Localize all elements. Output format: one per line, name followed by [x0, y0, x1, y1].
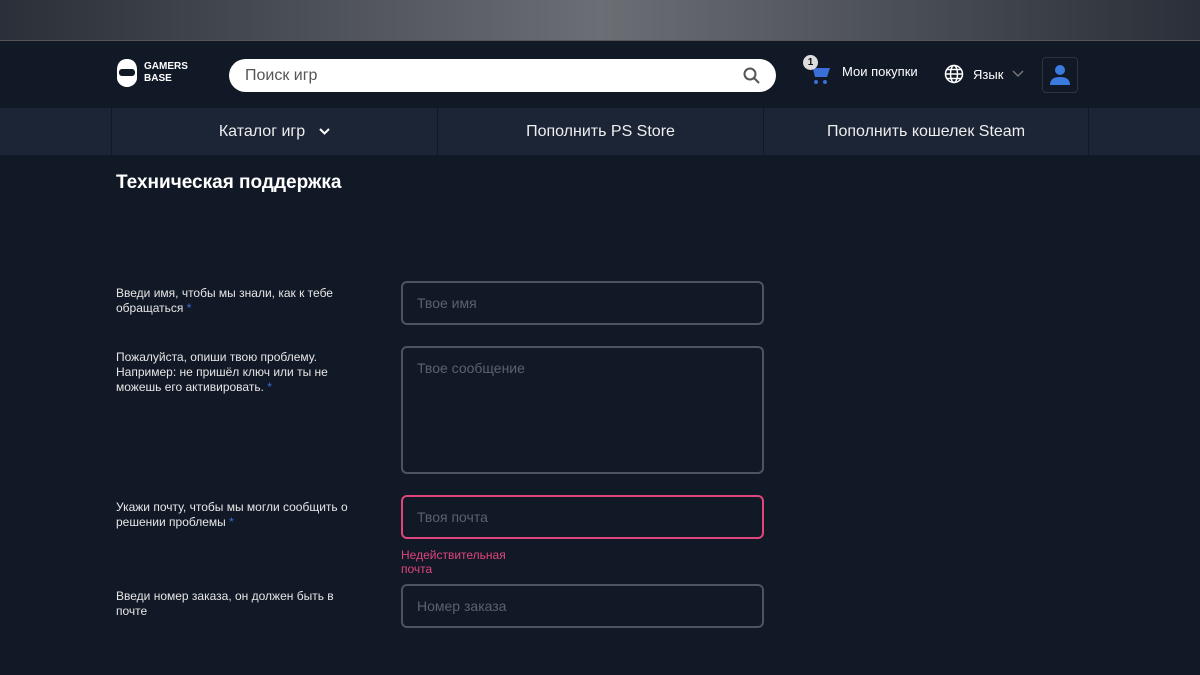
order-label: Введи номер заказа, он должен быть в поч… [116, 589, 334, 618]
search-input[interactable] [245, 66, 725, 85]
nav-label: Каталог игр [218, 122, 306, 140]
chevron-down-icon [319, 128, 330, 135]
logo-line2: BASE [144, 73, 172, 84]
required-mark: * [267, 380, 272, 394]
nav-label: Пополнить кошелек Steam [826, 122, 1026, 140]
nav-label: Пополнить PS Store [526, 122, 675, 140]
required-mark: * [229, 515, 234, 529]
language-label: Язык [973, 66, 1004, 82]
logo-line1: GAMERS [144, 61, 188, 72]
page-title: Техническая поддержка [116, 172, 342, 193]
message-textarea[interactable] [401, 346, 764, 474]
order-number-input[interactable] [401, 584, 764, 628]
nav-steam-wallet[interactable]: Пополнить кошелек Steam [763, 108, 1089, 155]
name-label: Введи имя, чтобы мы знали, как к тебе об… [116, 286, 333, 315]
main-nav: Каталог игр Пополнить PS Store Пополнить… [0, 108, 1200, 155]
search-bar [229, 59, 776, 92]
user-profile-button[interactable] [1042, 57, 1078, 93]
logo[interactable]: GAMERS BASE [116, 58, 188, 88]
required-mark: * [186, 301, 192, 315]
message-label: Пожалуйста, опиши твою проблему. Наприме… [116, 350, 328, 394]
nav-ps-store[interactable]: Пополнить PS Store [437, 108, 763, 155]
top-banner [0, 0, 1200, 41]
search-icon[interactable] [743, 67, 760, 84]
name-input[interactable] [401, 281, 764, 325]
cart-count-badge: 1 [803, 55, 818, 70]
language-selector[interactable]: Язык [944, 64, 1024, 84]
email-error-message: Недействительная почта [401, 548, 506, 576]
user-icon [1050, 65, 1070, 85]
header: GAMERSBASE 1 Мои покупки Язык [0, 42, 1200, 108]
email-input[interactable] [401, 495, 764, 539]
cart-label: Мои покупки [842, 63, 918, 79]
nav-game-catalog[interactable]: Каталог игр [111, 108, 437, 155]
my-purchases-button[interactable]: 1 Мои покупки [803, 55, 918, 84]
globe-icon [944, 64, 964, 84]
chevron-down-icon [1012, 70, 1024, 78]
email-label: Укажи почту, чтобы мы могли сообщить о р… [116, 500, 348, 529]
gamer-mask-icon [117, 59, 137, 87]
